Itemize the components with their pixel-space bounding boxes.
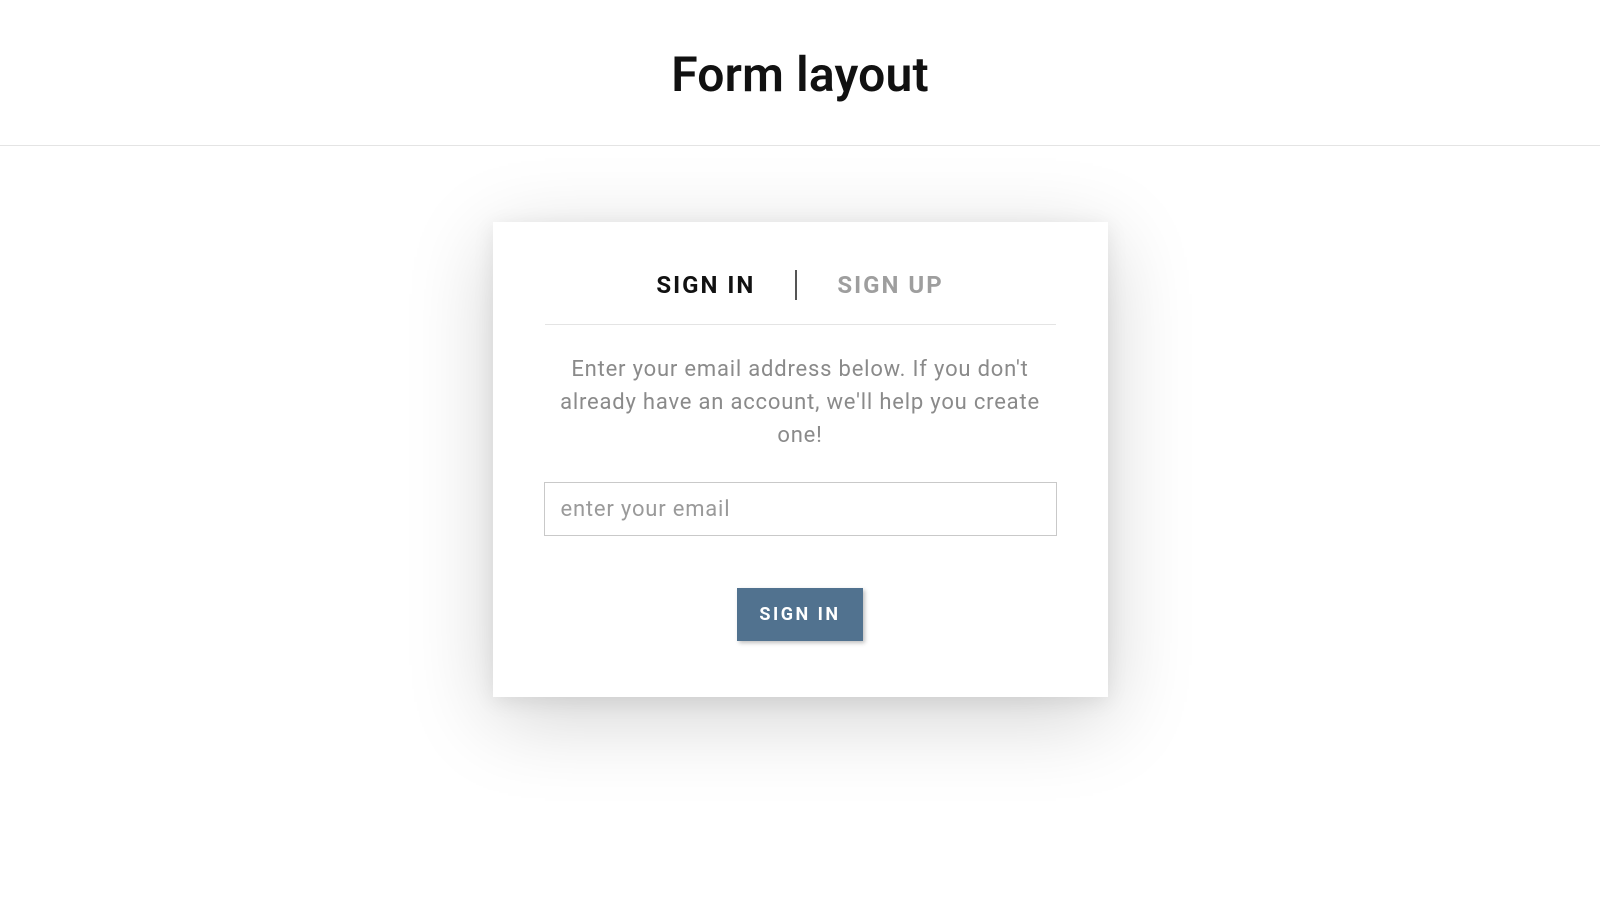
- sign-in-button[interactable]: SIGN IN: [737, 588, 862, 641]
- auth-tabs: SIGN IN SIGN UP: [545, 270, 1056, 325]
- auth-card: SIGN IN SIGN UP Enter your email address…: [493, 222, 1108, 697]
- page-header: Form layout: [0, 0, 1600, 146]
- tab-sign-up[interactable]: SIGN UP: [797, 271, 983, 299]
- stage: SIGN IN SIGN UP Enter your email address…: [0, 146, 1600, 697]
- form-description: Enter your email address below. If you d…: [535, 353, 1066, 452]
- submit-wrap: SIGN IN: [527, 588, 1074, 641]
- page-title: Form layout: [0, 46, 1600, 103]
- email-field-wrap: [527, 482, 1074, 536]
- tab-sign-in[interactable]: SIGN IN: [616, 271, 795, 299]
- email-field[interactable]: [544, 482, 1057, 536]
